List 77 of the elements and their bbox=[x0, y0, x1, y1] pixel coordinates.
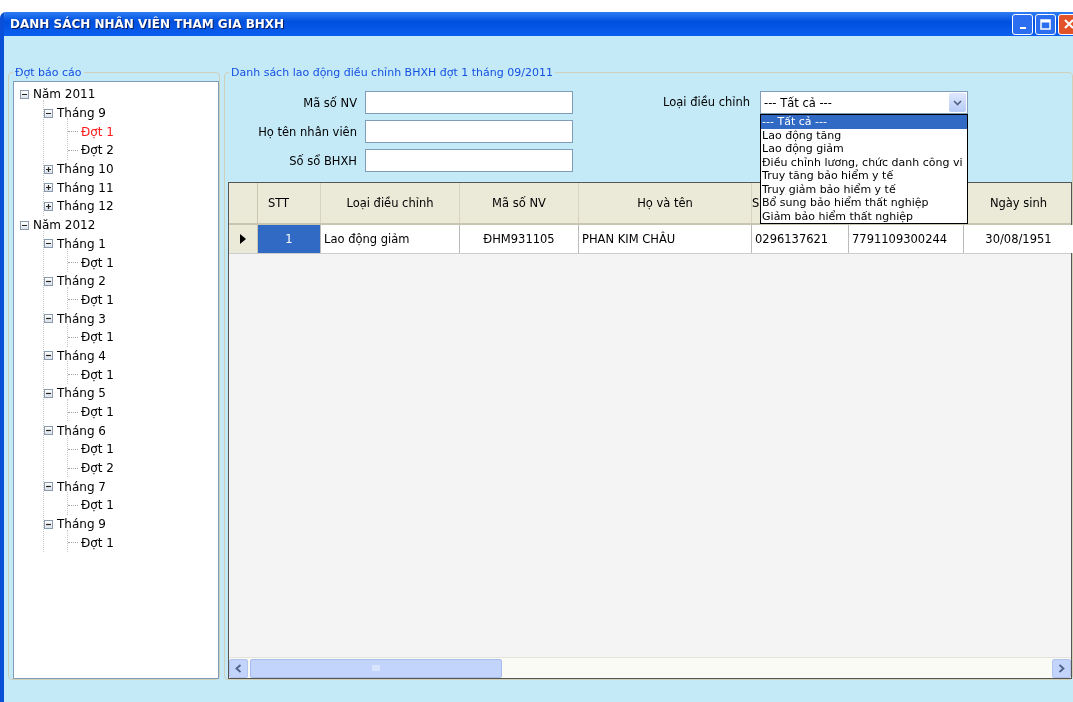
column-title[interactable]: Ngày sinh bbox=[989, 196, 1048, 210]
tree-item[interactable]: Năm 2012 bbox=[33, 218, 96, 233]
column-title[interactable]: STT bbox=[268, 196, 290, 210]
input-field[interactable] bbox=[365, 91, 573, 114]
column-title[interactable]: S bbox=[752, 196, 760, 210]
collapse-icon[interactable] bbox=[44, 239, 53, 249]
collapse-icon[interactable] bbox=[44, 482, 53, 492]
field-label: Mã số NV bbox=[302, 95, 357, 110]
adjustment-type-dropdown[interactable]: --- Tất cả --- bbox=[760, 91, 969, 114]
tree-item[interactable]: Tháng 9 bbox=[57, 106, 106, 121]
minimize-button[interactable] bbox=[1012, 13, 1033, 35]
tree-item[interactable]: Tháng 1 bbox=[57, 236, 106, 251]
scroll-thumb[interactable] bbox=[250, 658, 502, 678]
table-cell: PHAN KIM CHÂU bbox=[579, 225, 752, 253]
group-title: Danh sách lao động điều chỉnh BHXH đợt 1 tháng 09/2011 bbox=[230, 66, 554, 79]
collapse-icon[interactable] bbox=[20, 89, 29, 99]
tree-item[interactable]: Đợt 2 bbox=[81, 143, 114, 158]
collapse-icon[interactable] bbox=[44, 314, 53, 324]
group-title: Đợt báo cáo bbox=[14, 66, 83, 79]
column-title[interactable]: Họ và tên bbox=[637, 196, 693, 210]
table-cell: Lao động giảm bbox=[321, 225, 460, 253]
tree-item[interactable]: Đợt 1 bbox=[81, 535, 114, 550]
collapse-icon[interactable] bbox=[20, 220, 29, 230]
table-cell: ĐHM931105 bbox=[460, 225, 579, 253]
tree-item[interactable]: Đợt 1 bbox=[81, 255, 114, 270]
maximize-icon bbox=[1040, 18, 1051, 30]
tree-item[interactable]: Tháng 5 bbox=[57, 386, 106, 401]
tree-item[interactable]: Đợt 1 bbox=[81, 405, 114, 420]
collapse-icon[interactable] bbox=[44, 276, 53, 286]
field-label: Số sổ BHXH bbox=[288, 153, 357, 168]
tree-item[interactable]: Đợt 2 bbox=[81, 461, 114, 476]
tree-item[interactable]: Tháng 11 bbox=[57, 180, 114, 195]
horizontal-scrollbar[interactable] bbox=[229, 657, 1071, 678]
tree-item[interactable]: Đợt 1 bbox=[81, 367, 114, 382]
tree-item[interactable]: Đợt 1 bbox=[81, 442, 114, 457]
expand-icon[interactable] bbox=[44, 183, 53, 193]
minimize-icon bbox=[1019, 27, 1026, 29]
tree-item[interactable]: Tháng 2 bbox=[57, 274, 106, 289]
close-button[interactable] bbox=[1058, 13, 1073, 35]
field-label: Loại điều chỉnh bbox=[663, 94, 751, 111]
tree-item[interactable]: Tháng 4 bbox=[57, 348, 106, 363]
table-cell: 30/08/1951 bbox=[964, 225, 1073, 253]
window-title: DANH SÁCH NHÂN VIÊN THAM GIA BHXH bbox=[10, 17, 285, 31]
dropdown-option[interactable]: --- Tất cả --- bbox=[761, 115, 968, 129]
maximize-button[interactable] bbox=[1035, 13, 1056, 35]
field-label: Họ tên nhân viên bbox=[257, 124, 357, 139]
tree-item[interactable]: Đợt 1 bbox=[81, 292, 114, 307]
column-title[interactable]: Mã số NV bbox=[492, 196, 546, 210]
row-indicator[interactable] bbox=[229, 225, 258, 253]
collapse-icon[interactable] bbox=[44, 108, 53, 118]
tree-item[interactable]: Tháng 7 bbox=[57, 479, 106, 494]
input-field[interactable] bbox=[365, 120, 573, 143]
close-icon bbox=[1063, 19, 1073, 29]
expand-icon[interactable] bbox=[44, 201, 53, 211]
collapse-icon[interactable] bbox=[44, 519, 53, 529]
table-cell: 1 bbox=[258, 225, 321, 253]
tree-item[interactable]: Tháng 10 bbox=[57, 162, 114, 177]
tree-item[interactable]: Tháng 9 bbox=[57, 517, 106, 532]
tree-item[interactable]: Tháng 3 bbox=[57, 311, 106, 326]
collapse-icon[interactable] bbox=[44, 388, 53, 398]
tree-item[interactable]: Tháng 12 bbox=[57, 199, 114, 214]
table-cell: 0296137621 bbox=[752, 225, 849, 253]
column-title[interactable]: Loại điều chỉnh bbox=[346, 196, 434, 210]
collapse-icon[interactable] bbox=[44, 426, 53, 436]
collapse-icon[interactable] bbox=[44, 351, 53, 361]
chevron-down-icon[interactable] bbox=[949, 93, 967, 112]
input-field[interactable] bbox=[365, 149, 573, 172]
current-row-icon bbox=[240, 234, 246, 244]
tree-item[interactable]: Năm 2011 bbox=[33, 87, 96, 102]
expand-icon[interactable] bbox=[44, 164, 53, 174]
scroll-right-icon[interactable] bbox=[1052, 658, 1071, 678]
tree-item[interactable]: Đợt 1 bbox=[81, 124, 114, 139]
scroll-left-icon[interactable] bbox=[229, 658, 248, 678]
tree-item[interactable]: Đợt 1 bbox=[81, 498, 114, 513]
tree-item[interactable]: Đợt 1 bbox=[81, 330, 114, 345]
tree-item[interactable]: Tháng 6 bbox=[57, 423, 106, 438]
table-cell: 7791109300244 bbox=[849, 225, 964, 253]
